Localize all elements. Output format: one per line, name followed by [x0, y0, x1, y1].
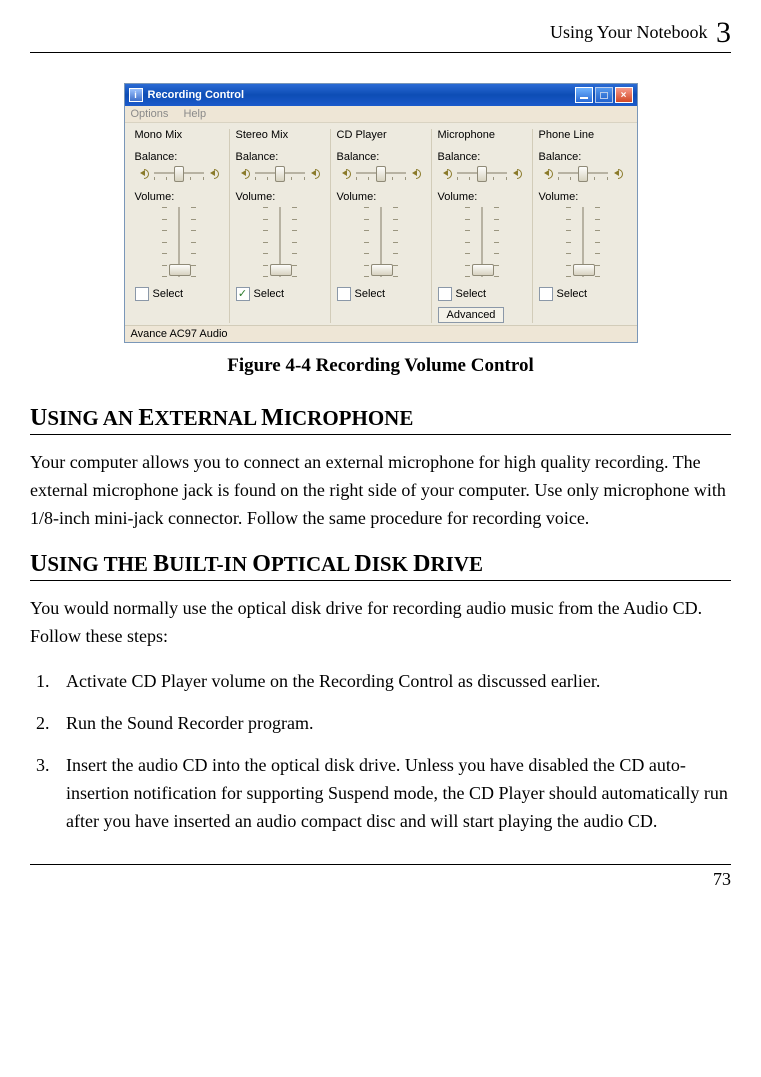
channel-title: Stereo Mix: [236, 129, 324, 141]
header-rule: [30, 52, 731, 53]
menu-help[interactable]: Help: [183, 108, 206, 120]
volume-label: Volume:: [236, 191, 324, 203]
step-2: Run the Sound Recorder program.: [54, 710, 731, 738]
balance-label: Balance:: [135, 151, 223, 163]
step-3: Insert the audio CD into the optical dis…: [54, 752, 731, 836]
chapter-number: 3: [716, 16, 731, 49]
channel-title: CD Player: [337, 129, 425, 141]
channel-title: Phone Line: [539, 129, 627, 141]
balance-slider[interactable]: [236, 167, 324, 179]
close-button[interactable]: [615, 87, 633, 103]
speaker-right-icon: [410, 167, 422, 179]
volume-label: Volume:: [438, 191, 526, 203]
step-1: Activate CD Player volume on the Recordi…: [54, 668, 731, 696]
channel-mono-mix: Mono Mix Balance: Volume: Select: [129, 129, 229, 323]
volume-label: Volume:: [539, 191, 627, 203]
recording-control-window: i Recording Control Options Help Mono Mi…: [124, 83, 638, 343]
balance-slider[interactable]: [438, 167, 526, 179]
page-number: 73: [30, 869, 731, 898]
channel-cd-player: CD Player Balance: Volume: Select: [330, 129, 431, 323]
window-title: Recording Control: [148, 89, 573, 101]
statusbar: Avance AC97 Audio: [125, 325, 637, 342]
channel-phone-line: Phone Line Balance: Volume: Select: [532, 129, 633, 323]
steps-list: Activate CD Player volume on the Recordi…: [30, 668, 731, 835]
volume-label: Volume:: [337, 191, 425, 203]
section1-body: Your computer allows you to connect an e…: [30, 449, 731, 533]
select-checkbox[interactable]: [438, 287, 452, 301]
volume-slider[interactable]: [236, 207, 324, 277]
section-heading-external-mic: USING AN EXTERNAL MICROPHONE: [30, 405, 731, 435]
menu-options[interactable]: Options: [131, 108, 169, 120]
figure-caption: Figure 4-4 Recording Volume Control: [30, 355, 731, 377]
volume-slider[interactable]: [438, 207, 526, 277]
speaker-left-icon: [542, 167, 554, 179]
speaker-left-icon: [441, 167, 453, 179]
select-label: Select: [456, 288, 487, 300]
balance-slider[interactable]: [337, 167, 425, 179]
channel-microphone: Microphone Balance: Volume: Select Advanced: [431, 129, 532, 323]
volume-slider[interactable]: [337, 207, 425, 277]
volume-slider[interactable]: [135, 207, 223, 277]
balance-label: Balance:: [539, 151, 627, 163]
section2-intro: You would normally use the optical disk …: [30, 595, 731, 651]
maximize-button[interactable]: [595, 87, 613, 103]
speaker-left-icon: [340, 167, 352, 179]
balance-label: Balance:: [236, 151, 324, 163]
select-row: Select: [135, 287, 223, 301]
volume-slider[interactable]: [539, 207, 627, 277]
select-row: Select: [337, 287, 425, 301]
balance-slider[interactable]: [539, 167, 627, 179]
channel-title: Mono Mix: [135, 129, 223, 141]
balance-label: Balance:: [337, 151, 425, 163]
select-label: Select: [355, 288, 386, 300]
balance-slider[interactable]: [135, 167, 223, 179]
select-row: ✓ Select: [236, 287, 324, 301]
volume-label: Volume:: [135, 191, 223, 203]
footer-rule: [30, 864, 731, 865]
section-heading-optical-drive: USING THE BUILT-IN OPTICAL DISK DRIVE: [30, 551, 731, 581]
header-text: Using Your Notebook: [550, 22, 708, 42]
balance-label: Balance:: [438, 151, 526, 163]
speaker-left-icon: [239, 167, 251, 179]
mixer-panel: Mono Mix Balance: Volume: Select Stereo Mix B…: [125, 123, 637, 325]
advanced-button[interactable]: Advanced: [438, 307, 505, 323]
page-header: Using Your Notebook 3: [30, 10, 731, 52]
speaker-right-icon: [309, 167, 321, 179]
speaker-right-icon: [612, 167, 624, 179]
select-label: Select: [254, 288, 285, 300]
select-checkbox[interactable]: [135, 287, 149, 301]
minimize-button[interactable]: [575, 87, 593, 103]
select-label: Select: [153, 288, 184, 300]
select-checkbox[interactable]: [337, 287, 351, 301]
select-checkbox[interactable]: [539, 287, 553, 301]
channel-title: Microphone: [438, 129, 526, 141]
speaker-right-icon: [208, 167, 220, 179]
select-row: Select: [438, 287, 526, 301]
app-icon: i: [129, 88, 143, 102]
speaker-right-icon: [511, 167, 523, 179]
speaker-left-icon: [138, 167, 150, 179]
select-row: Select: [539, 287, 627, 301]
menubar: Options Help: [125, 106, 637, 123]
select-checkbox[interactable]: ✓: [236, 287, 250, 301]
titlebar: i Recording Control: [125, 84, 637, 106]
channel-stereo-mix: Stereo Mix Balance: Volume: ✓ Select: [229, 129, 330, 323]
select-label: Select: [557, 288, 588, 300]
